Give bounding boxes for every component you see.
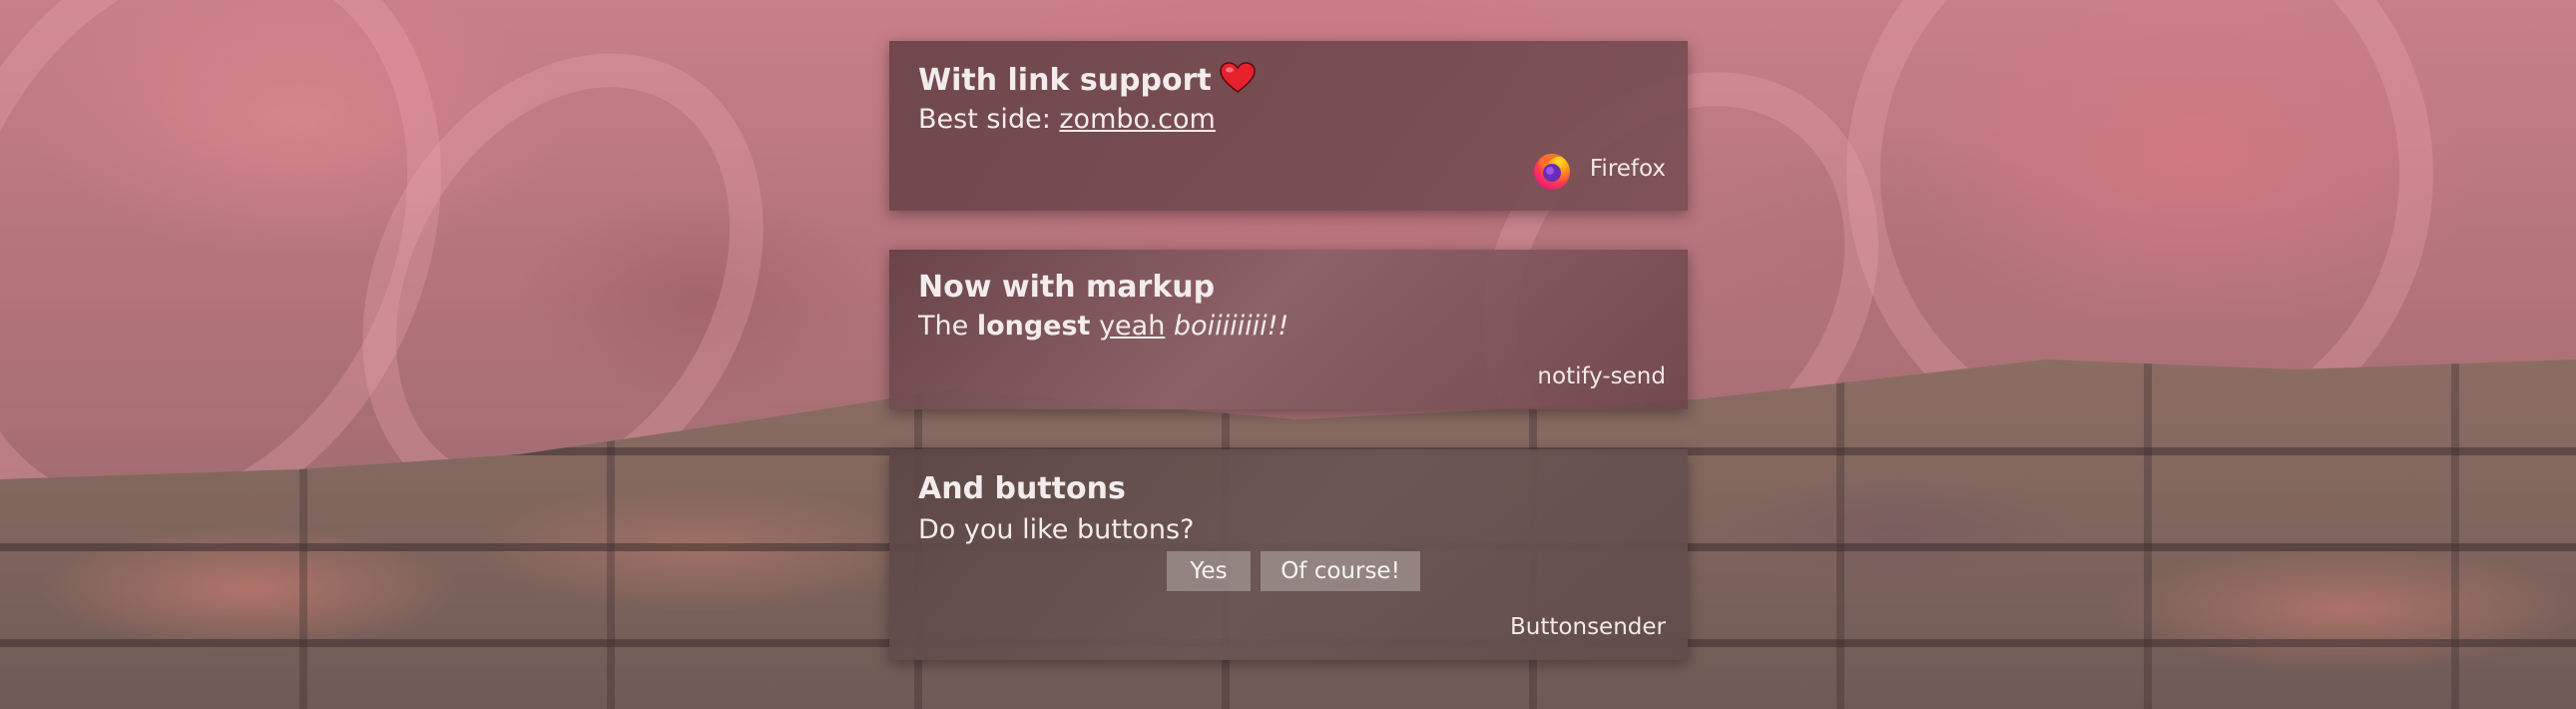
notification-markup[interactable]: Now with markup The longest yeah boiiiii… <box>889 250 1688 409</box>
notification-buttons[interactable]: And buttons Do you like buttons? Yes Of … <box>889 449 1688 660</box>
firefox-icon <box>1534 154 1570 190</box>
notification-link-support[interactable]: With link support Best side: zombo.com F… <box>889 41 1688 211</box>
bold-text: longest <box>976 311 1091 342</box>
notification-summary: Now with markup <box>918 270 1216 305</box>
notification-app-name: Firefox <box>1589 156 1666 182</box>
yes-button[interactable]: Yes <box>1167 551 1251 591</box>
notification-body: The longest yeah boiiiiiiii!! <box>918 311 1289 342</box>
notification-summary: And buttons <box>918 471 1126 506</box>
notification-body: Best side: zombo.com <box>918 104 1216 135</box>
of-course-button[interactable]: Of course! <box>1261 551 1420 591</box>
italic-text: boiiiiiiii!! <box>1173 311 1289 342</box>
notification-body: Do you like buttons? <box>918 514 1195 545</box>
underlined-text: yeah <box>1099 311 1166 342</box>
link-zombo[interactable]: zombo.com <box>1059 104 1215 135</box>
notification-app-name: notify-send <box>1537 363 1666 389</box>
notification-app-name: Buttonsender <box>1510 614 1666 640</box>
heart-icon <box>1219 62 1256 94</box>
notification-summary: With link support <box>918 61 1256 101</box>
